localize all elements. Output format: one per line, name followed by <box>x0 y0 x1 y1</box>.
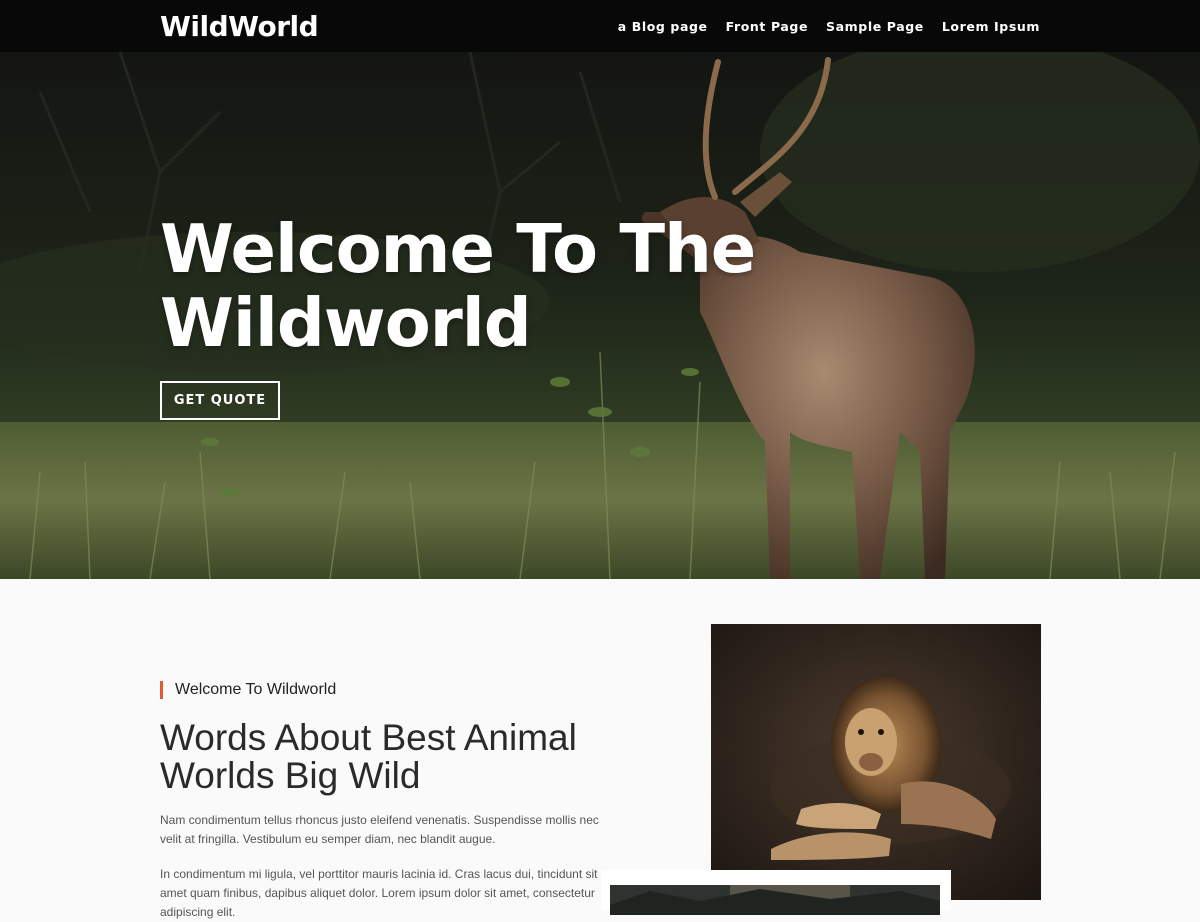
lion-image <box>711 624 1041 900</box>
nav-item-sample-page[interactable]: Sample Page <box>826 19 924 34</box>
section-eyebrow: Welcome To Wildworld <box>160 681 336 699</box>
get-quote-button[interactable]: GET QUOTE <box>160 381 280 420</box>
site-header: WildWorld a Blog page Front Page Sample … <box>0 0 1200 52</box>
hero-section: Welcome To The Wildworld GET QUOTE <box>0 52 1200 579</box>
nav-item-lorem-ipsum[interactable]: Lorem Ipsum <box>942 19 1040 34</box>
hero-title: Welcome To The Wildworld <box>160 210 756 362</box>
about-section: Welcome To Wildworld Words About Best An… <box>0 579 1200 919</box>
about-paragraph-1: Nam condimentum tellus rhoncus justo ele… <box>160 813 599 846</box>
about-paragraph-2: In condimentum mi ligula, vel porttitor … <box>160 867 598 919</box>
nav-item-blog[interactable]: a Blog page <box>618 19 708 34</box>
site-logo[interactable]: WildWorld <box>160 10 319 44</box>
main-nav: a Blog page Front Page Sample Page Lorem… <box>618 0 1040 52</box>
forest-image <box>610 885 940 915</box>
section-heading: Words About Best Animal Worlds Big Wild <box>160 717 577 796</box>
nav-item-front-page[interactable]: Front Page <box>726 19 808 34</box>
